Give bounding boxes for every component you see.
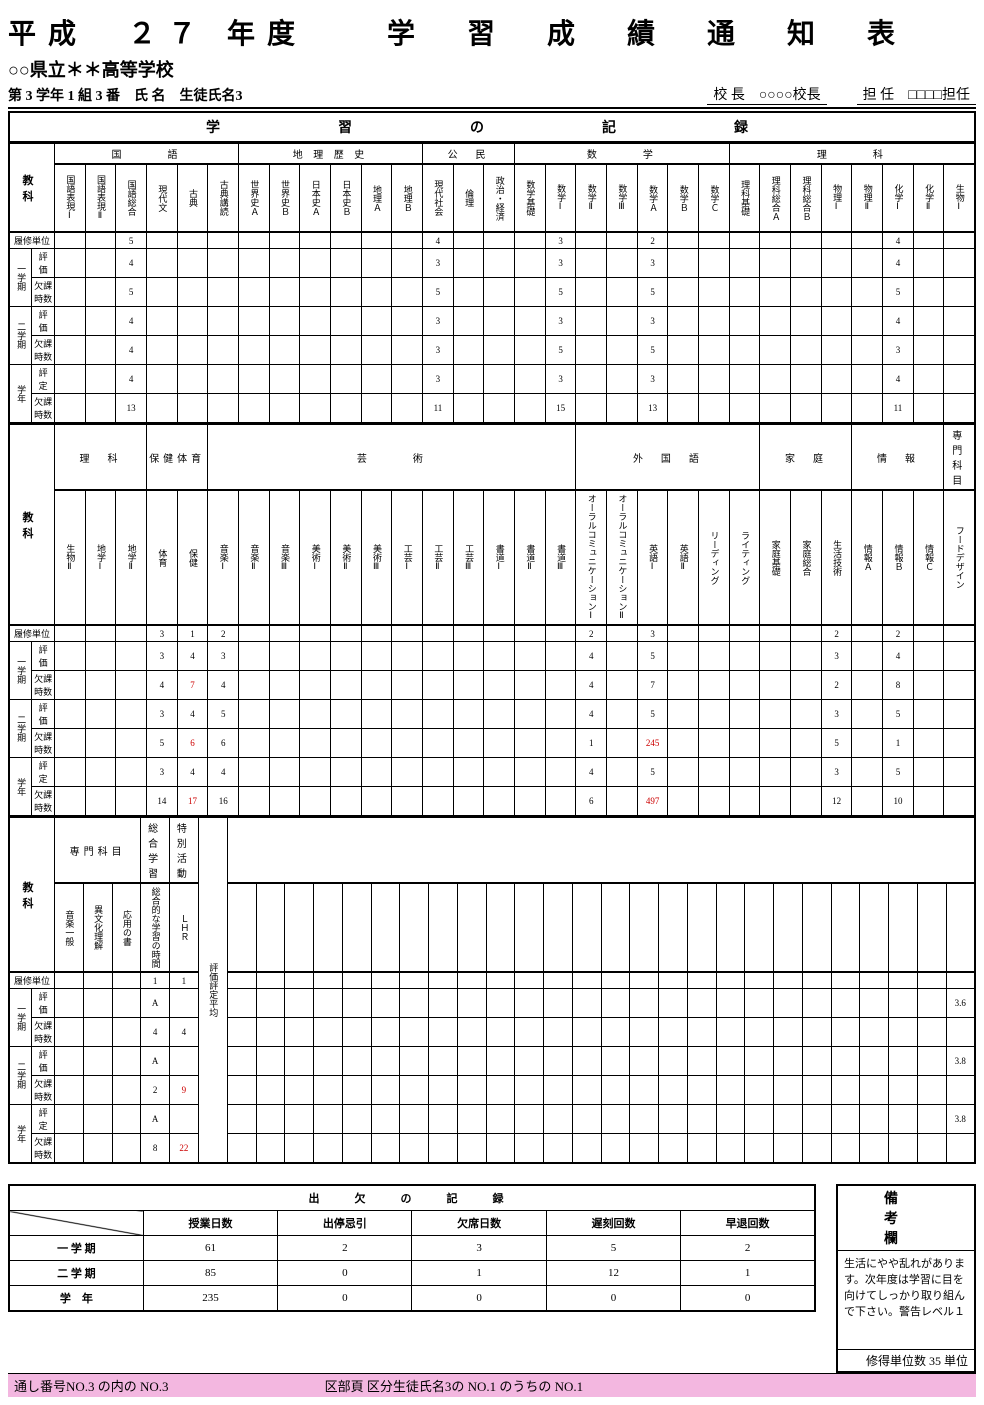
principal: 校 長 ○○○○校長 [707,84,826,105]
student-info: 第 3 学年 1 組 3 番 氏 名 生徒氏名3 [8,85,243,105]
document-title: 平成 ２７ 年度 学 習 成 績 通 知 表 [8,12,976,52]
remarks-box: 備 考 欄 生活にやや乱れがあります。次年度は学習に目を向けてしっかり取り組んで… [836,1184,976,1373]
footer-bar: 通し番号NO.3 の内の NO.3 区部頁 区分生徒氏名3の NO.1 のうちの… [8,1373,976,1397]
grades-record: 学 習 の 記 録教 科国 語地 理 歴 史公 民数 学理 科国語表現Ⅰ国語表現… [8,111,976,1164]
homeroom-teacher: 担 任 □□□□担任 [857,84,976,105]
school-name: ○○県立＊＊高等学校 [8,56,976,82]
attendance-table: 出 欠 の 記 録 授業日数出停忌引欠席日数遅刻回数早退回数一 学 期61235… [8,1184,816,1312]
